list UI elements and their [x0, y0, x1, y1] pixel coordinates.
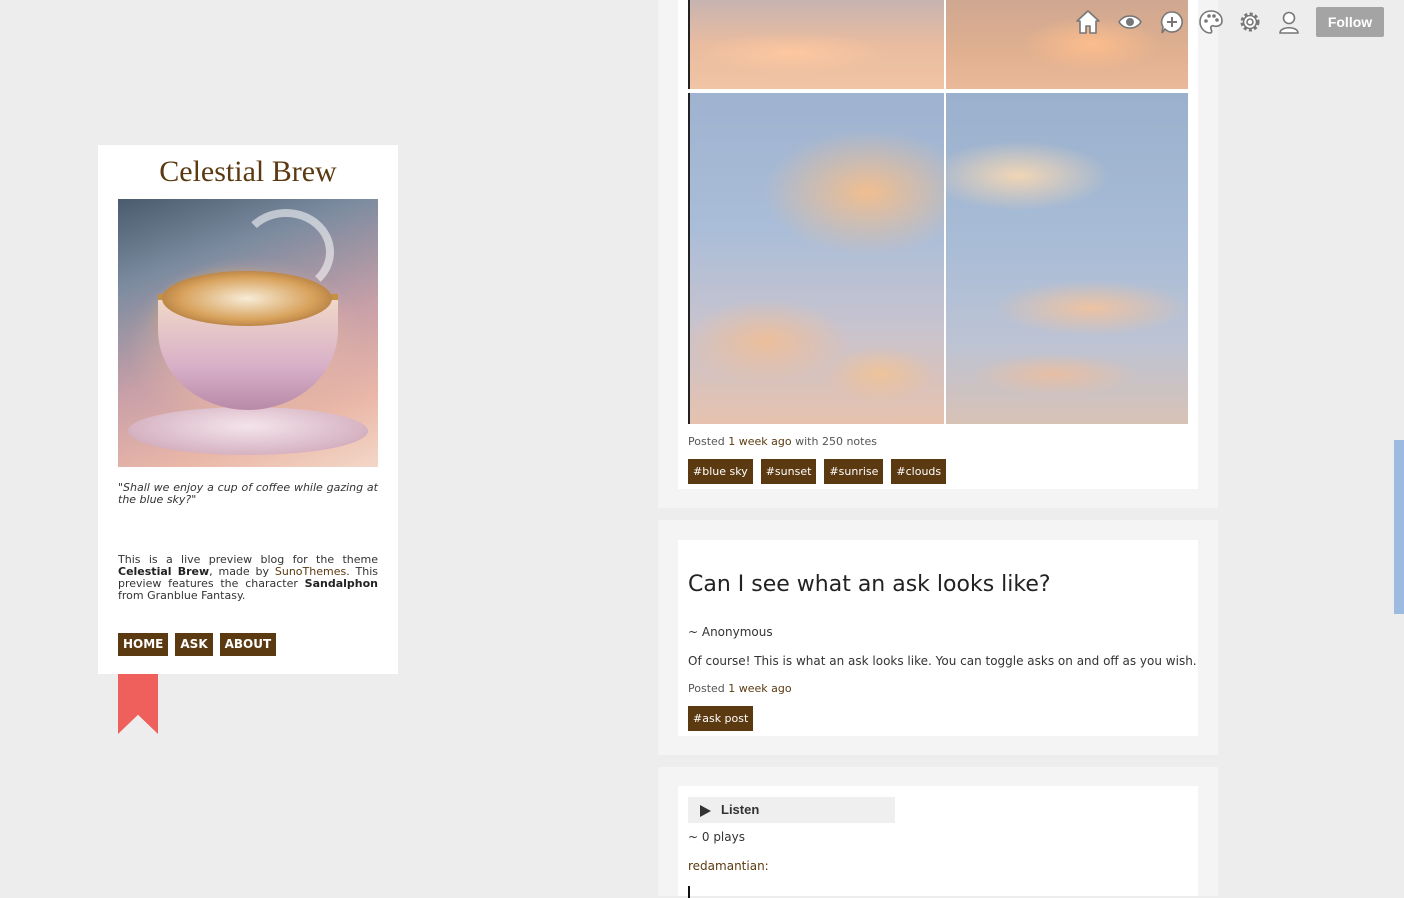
post-meta: Posted 1 week ago [688, 682, 792, 695]
sidebar-avatar-image [118, 199, 378, 467]
post-time-link[interactable]: 1 week ago [728, 435, 791, 448]
tag-sunset[interactable]: #sunset [760, 459, 817, 484]
saucer-shape [128, 407, 368, 455]
scrollbar-thumb[interactable] [1394, 440, 1404, 614]
photoset [688, 0, 1188, 424]
nav-ask-button[interactable]: ASK [175, 633, 213, 656]
photo-post: Posted 1 week ago with 250 notes #blue s… [678, 0, 1198, 489]
gear-icon[interactable] [1240, 12, 1260, 32]
ask-post-wrapper: Can I see what an ask looks like? ~ Anon… [658, 520, 1218, 755]
post-time-link[interactable]: 1 week ago [728, 682, 791, 695]
sky-photo-3[interactable] [688, 93, 944, 424]
meta-text: Posted [688, 682, 729, 695]
plus-bubble-icon[interactable] [1160, 11, 1183, 34]
ask-post: Can I see what an ask looks like? ~ Anon… [678, 540, 1198, 736]
sky-photo-4[interactable] [946, 93, 1188, 424]
top-controls [1076, 10, 1299, 34]
follow-button[interactable]: Follow [1316, 7, 1384, 37]
tag-sunrise[interactable]: #sunrise [824, 459, 884, 484]
photo-post-wrapper: Posted 1 week ago with 250 notes #blue s… [658, 0, 1218, 508]
bookmark-ribbon [118, 674, 158, 734]
post-tags: #ask post [688, 706, 754, 731]
post-tags: #blue sky #sunset #sunrise #clouds [688, 459, 947, 484]
blockquote-border [688, 886, 690, 898]
nav-home-button[interactable]: HOME [118, 633, 169, 656]
eye-icon[interactable] [1118, 15, 1142, 29]
coffee-surface [162, 271, 332, 326]
ask-answer: Of course! This is what an ask looks lik… [688, 654, 1197, 668]
audio-post: Listen ~ 0 plays redamantian: [678, 786, 1198, 898]
audio-post-wrapper: Listen ~ 0 plays redamantian: [658, 767, 1218, 898]
palette-icon[interactable] [1199, 10, 1223, 34]
sidebar-description: This is a live preview blog for the them… [118, 554, 378, 602]
listen-label: Listen [721, 802, 760, 817]
tag-ask-post[interactable]: #ask post [688, 706, 754, 731]
tag-blue-sky[interactable]: #blue sky [688, 459, 753, 484]
post-meta: Posted 1 week ago with 250 notes [688, 435, 877, 448]
meta-text: Posted [688, 435, 729, 448]
home-icon[interactable] [1076, 10, 1100, 34]
reblog-username[interactable]: redamantian: [688, 859, 769, 873]
sidebar: Celestial Brew "Shall we enjoy a cup of … [98, 145, 398, 674]
play-count: ~ 0 plays [688, 830, 745, 844]
blog-title[interactable]: Celestial Brew [98, 155, 398, 189]
ask-question: Can I see what an ask looks like? [688, 572, 1051, 597]
sidebar-nav: HOME ASK ABOUT [118, 633, 277, 656]
tag-clouds[interactable]: #clouds [891, 459, 947, 484]
sky-photo-1[interactable] [688, 0, 944, 89]
description-text: from Granblue Fantasy. [118, 589, 246, 602]
user-icon[interactable] [1279, 11, 1299, 34]
ask-asker[interactable]: ~ Anonymous [688, 625, 773, 639]
character-name: Sandalphon [304, 577, 378, 590]
notes-count[interactable]: with 250 notes [792, 435, 877, 448]
nav-about-button[interactable]: ABOUT [219, 633, 277, 656]
audio-player[interactable]: Listen [688, 797, 895, 823]
play-icon[interactable] [700, 805, 711, 817]
sidebar-quote: "Shall we enjoy a cup of coffee while ga… [118, 481, 378, 506]
